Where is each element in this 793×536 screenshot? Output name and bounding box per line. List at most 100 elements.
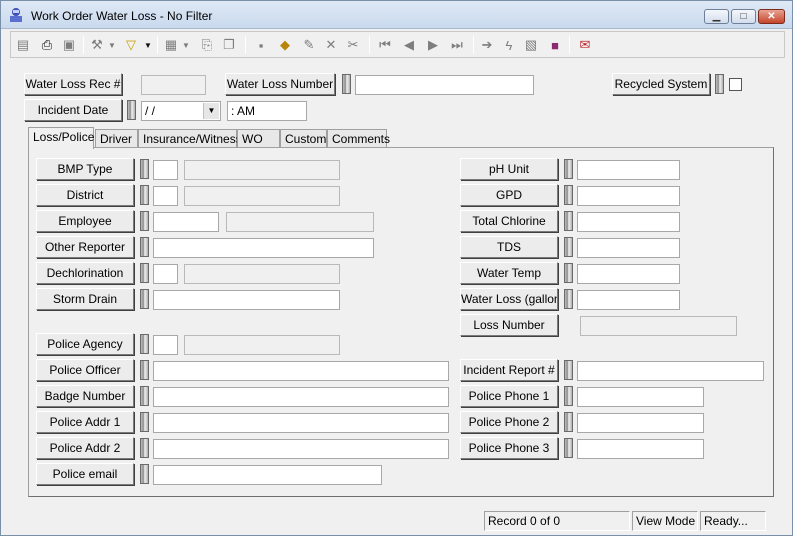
police-phone-2-grip[interactable] <box>564 412 573 432</box>
police-officer-field[interactable] <box>153 361 449 381</box>
district-button[interactable]: District <box>36 184 134 206</box>
incident-date-combo[interactable]: / / ▼ <box>141 101 221 121</box>
filter-icon[interactable]: ▽ <box>121 35 141 55</box>
water-loss-gallons-grip[interactable] <box>564 289 573 309</box>
police-addr-1-grip[interactable] <box>140 412 149 432</box>
police-phone-3-button[interactable]: Police Phone 3 <box>460 437 558 459</box>
badge-number-field[interactable] <box>153 387 449 407</box>
ph-unit-field[interactable] <box>577 160 680 180</box>
district-grip[interactable] <box>140 185 149 205</box>
ph-unit-grip[interactable] <box>564 159 573 179</box>
bmp-type-button[interactable]: BMP Type <box>36 158 134 180</box>
tds-button[interactable]: TDS <box>460 236 558 258</box>
tds-field[interactable] <box>577 238 680 258</box>
police-email-button[interactable]: Police email <box>36 463 134 485</box>
gpd-button[interactable]: GPD <box>460 184 558 206</box>
tab-loss-police[interactable]: Loss/Police <box>28 127 94 149</box>
police-email-grip[interactable] <box>140 464 149 484</box>
loss-number-button[interactable]: Loss Number <box>460 314 558 336</box>
water-temp-field[interactable] <box>577 264 680 284</box>
police-phone-2-field[interactable] <box>577 413 704 433</box>
recycled-system-grip[interactable] <box>715 74 724 94</box>
delete-icon[interactable]: ✕ <box>321 35 341 55</box>
police-agency-code-field[interactable] <box>153 335 178 355</box>
filter-dropdown-icon[interactable]: ▼ <box>143 35 153 55</box>
tab-custom[interactable]: Custom <box>280 129 327 148</box>
police-officer-button[interactable]: Police Officer <box>36 359 134 381</box>
gpd-grip[interactable] <box>564 185 573 205</box>
storm-drain-field[interactable] <box>153 290 340 310</box>
copy-icon[interactable]: ❐ <box>219 35 239 55</box>
police-addr-1-field[interactable] <box>153 413 449 433</box>
list-icon[interactable]: ▤ <box>13 35 33 55</box>
tab-driver[interactable]: Driver <box>95 129 138 148</box>
water-temp-grip[interactable] <box>564 263 573 283</box>
badge-number-grip[interactable] <box>140 386 149 406</box>
chevron-down-icon[interactable]: ▼ <box>203 103 219 119</box>
police-phone-2-button[interactable]: Police Phone 2 <box>460 411 558 433</box>
storm-drain-button[interactable]: Storm Drain <box>36 288 134 310</box>
other-reporter-field[interactable] <box>153 238 374 258</box>
last-record-icon[interactable]: ⏭ <box>447 35 467 55</box>
police-officer-grip[interactable] <box>140 360 149 380</box>
tab-wo[interactable]: WO <box>237 129 280 148</box>
police-email-field[interactable] <box>153 465 382 485</box>
lightning-icon[interactable]: ϟ <box>499 35 519 55</box>
police-addr-2-field[interactable] <box>153 439 449 459</box>
incident-time-field[interactable]: : AM <box>227 101 307 121</box>
incident-report-button[interactable]: Incident Report # <box>460 359 558 381</box>
police-agency-button[interactable]: Police Agency <box>36 333 134 355</box>
gpd-field[interactable] <box>577 186 680 206</box>
other-reporter-grip[interactable] <box>140 237 149 257</box>
police-phone-3-field[interactable] <box>577 439 704 459</box>
form-dropdown-icon[interactable]: ▼ <box>181 35 191 55</box>
police-phone-3-grip[interactable] <box>564 438 573 458</box>
notebook-icon[interactable]: ■ <box>545 35 565 55</box>
tds-grip[interactable] <box>564 237 573 257</box>
employee-grip[interactable] <box>140 211 149 231</box>
incident-date-grip[interactable] <box>127 100 136 120</box>
print-icon[interactable]: ⎙ <box>37 35 57 55</box>
police-addr-1-button[interactable]: Police Addr 1 <box>36 411 134 433</box>
total-chlorine-grip[interactable] <box>564 211 573 231</box>
police-phone-1-button[interactable]: Police Phone 1 <box>460 385 558 407</box>
police-addr-2-button[interactable]: Police Addr 2 <box>36 437 134 459</box>
badge-number-button[interactable]: Badge Number <box>36 385 134 407</box>
recycled-system-checkbox[interactable] <box>729 78 742 91</box>
tab-comments[interactable]: Comments <box>327 129 390 148</box>
attach-icon[interactable]: ▧ <box>521 35 541 55</box>
export-icon[interactable]: ⎘ <box>197 35 217 55</box>
maximize-button[interactable]: □ <box>731 9 756 24</box>
ph-unit-button[interactable]: pH Unit <box>460 158 558 180</box>
form-icon[interactable]: ▦ <box>161 35 181 55</box>
police-agency-grip[interactable] <box>140 334 149 354</box>
goto-icon[interactable]: ➔ <box>477 35 497 55</box>
close-button[interactable]: ✕ <box>758 9 785 24</box>
total-chlorine-button[interactable]: Total Chlorine <box>460 210 558 232</box>
police-phone-1-field[interactable] <box>577 387 704 407</box>
prev-record-icon[interactable]: ◀ <box>399 35 419 55</box>
other-reporter-button[interactable]: Other Reporter <box>36 236 134 258</box>
storm-drain-grip[interactable] <box>140 289 149 309</box>
email-icon[interactable]: ✉ <box>575 35 595 55</box>
dechlorination-button[interactable]: Dechlorination <box>36 262 134 284</box>
next-record-icon[interactable]: ▶ <box>423 35 443 55</box>
employee-code-field[interactable] <box>153 212 219 232</box>
water-loss-number-button[interactable]: Water Loss Number <box>225 73 335 95</box>
dechlorination-grip[interactable] <box>140 263 149 283</box>
employee-button[interactable]: Employee <box>36 210 134 232</box>
water-loss-gallons-field[interactable] <box>577 290 680 310</box>
tab-insurance-witness[interactable]: Insurance/Witness <box>138 129 242 148</box>
incident-report-grip[interactable] <box>564 360 573 380</box>
tools-icon[interactable]: ⚒ <box>87 35 107 55</box>
cut-icon[interactable]: ✂ <box>343 35 363 55</box>
police-phone-1-grip[interactable] <box>564 386 573 406</box>
district-code-field[interactable] <box>153 186 178 206</box>
police-addr-2-grip[interactable] <box>140 438 149 458</box>
books-icon[interactable]: ◆ <box>275 35 295 55</box>
dechlorination-code-field[interactable] <box>153 264 178 284</box>
water-loss-number-field[interactable] <box>355 75 534 95</box>
water-loss-rec-button[interactable]: Water Loss Rec # <box>24 73 122 95</box>
water-loss-number-grip[interactable] <box>342 74 351 94</box>
incident-report-field[interactable] <box>577 361 764 381</box>
